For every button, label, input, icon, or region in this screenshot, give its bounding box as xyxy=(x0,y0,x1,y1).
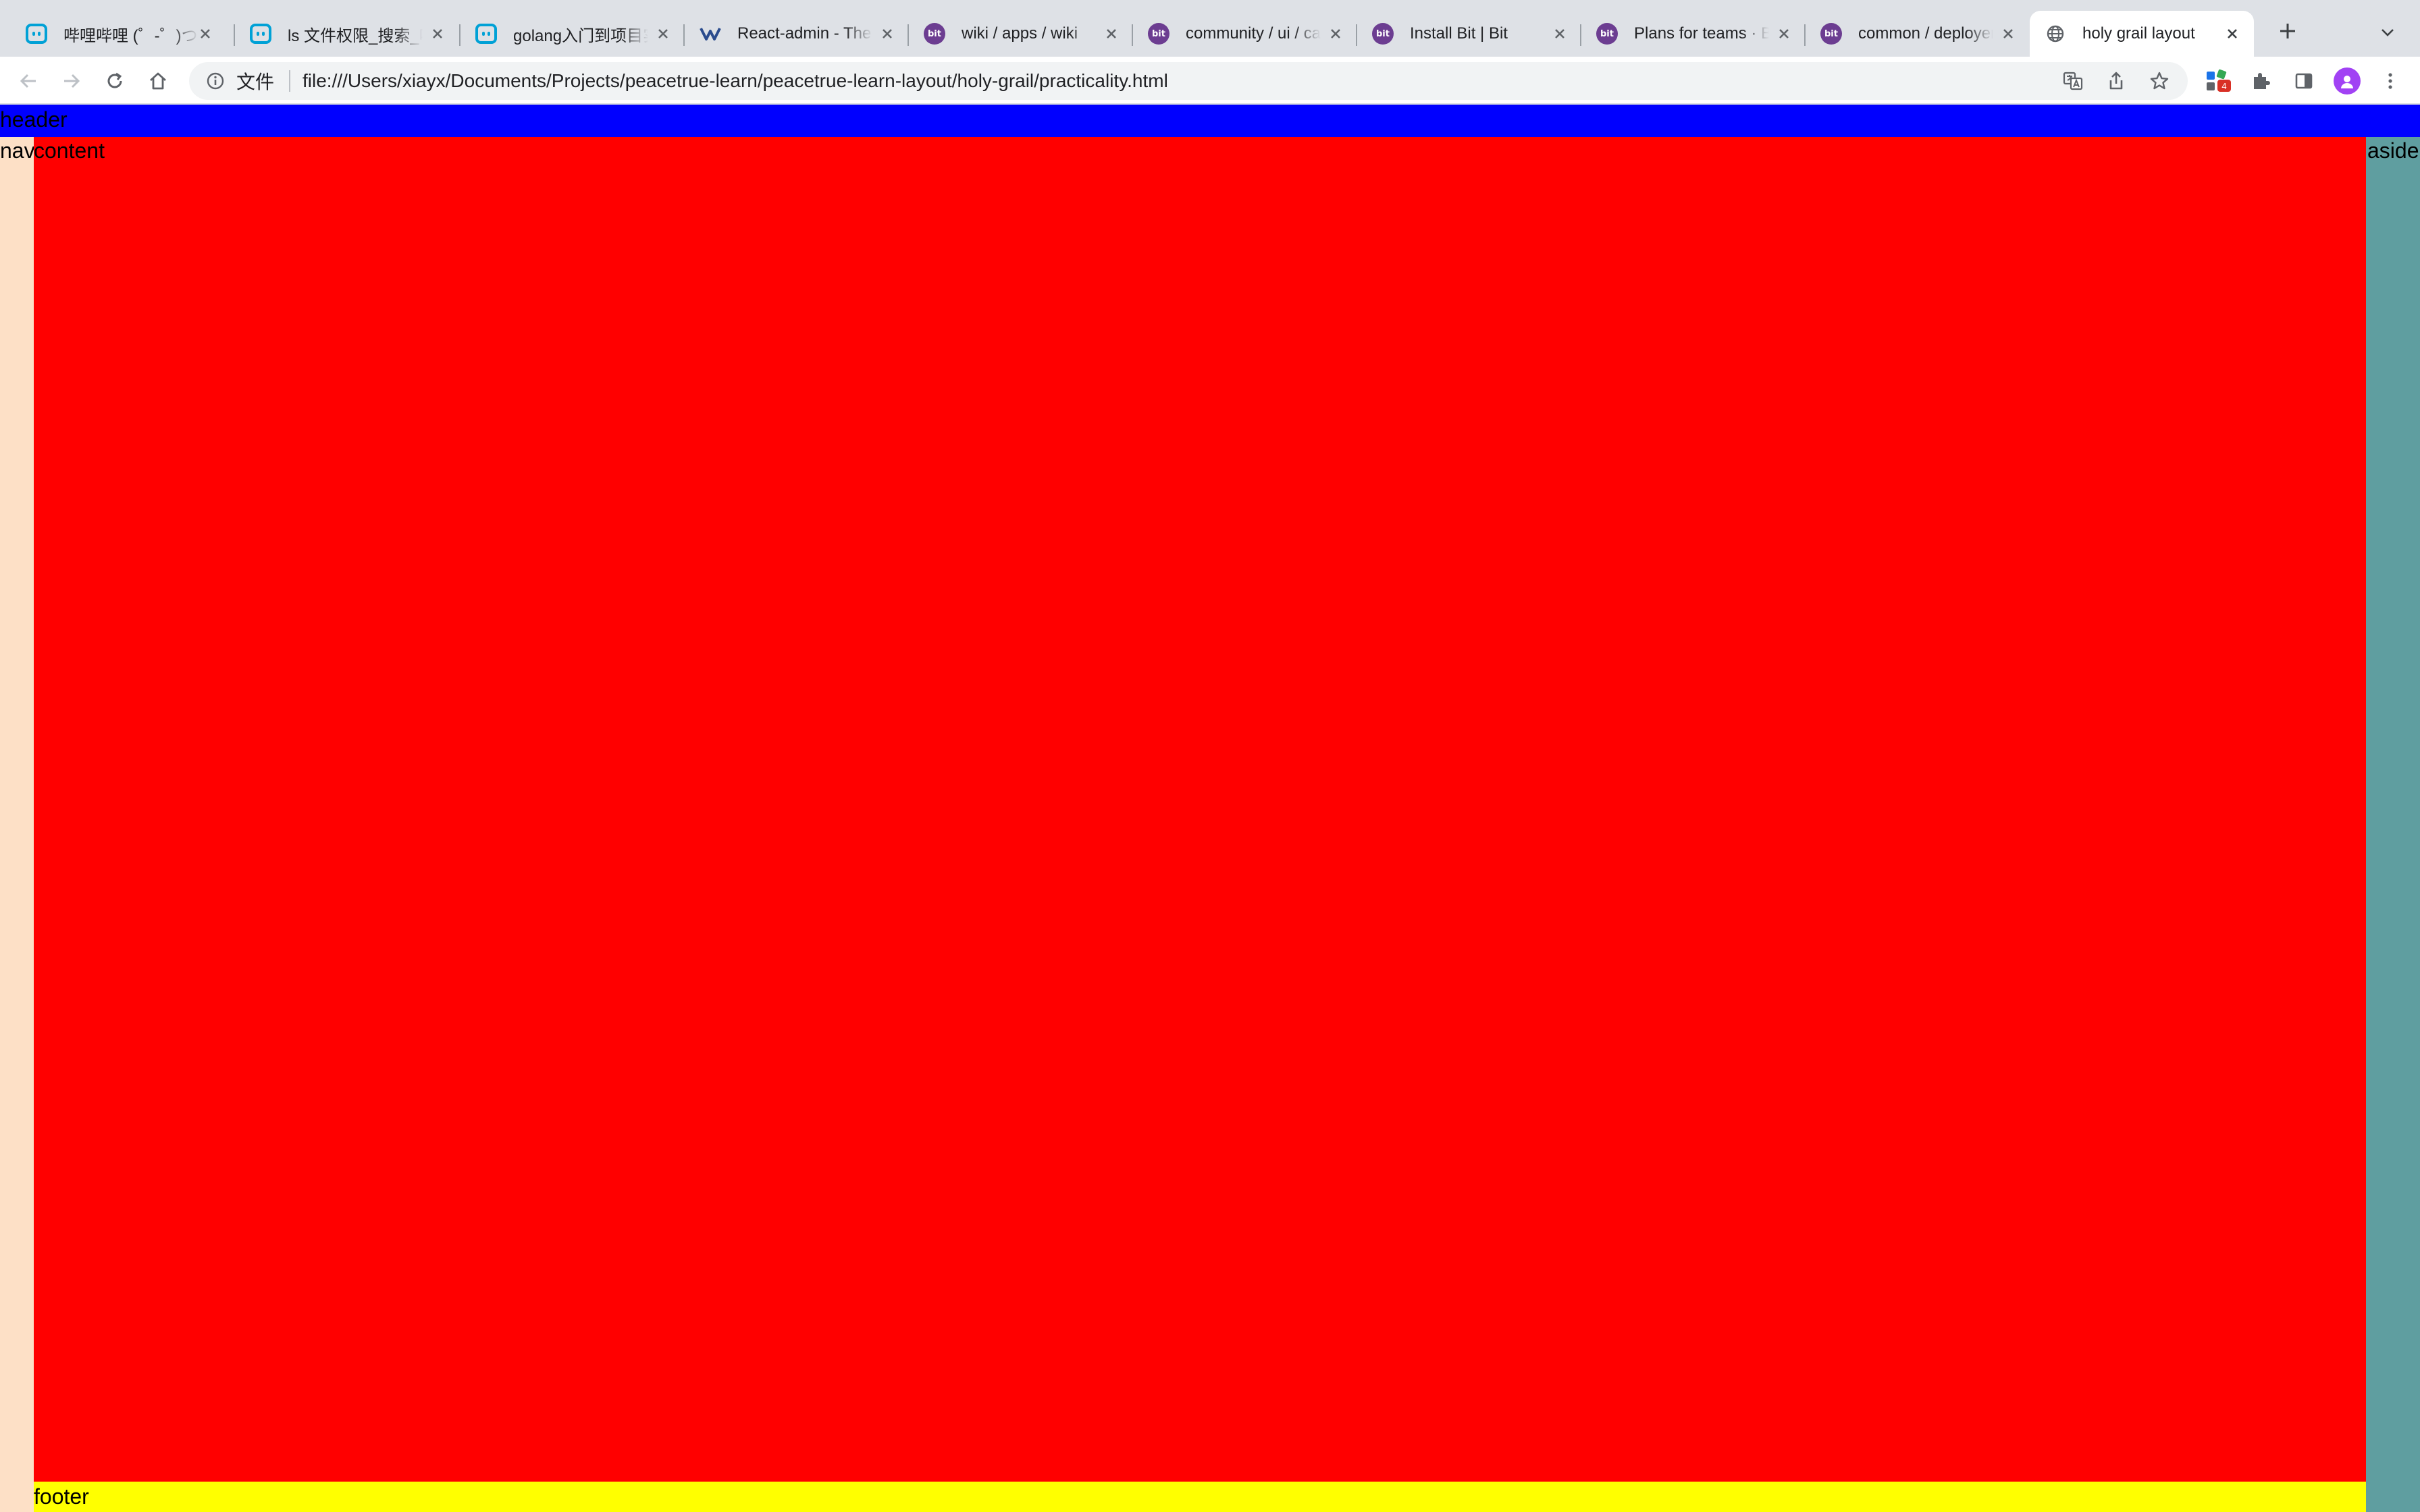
tab-separator xyxy=(234,24,235,46)
puzzle-icon xyxy=(2254,73,2270,89)
footer-region: footer xyxy=(34,1482,2366,1512)
tab-separator xyxy=(683,24,685,46)
content-region: content xyxy=(34,137,2366,1482)
aside-label: aside xyxy=(2367,138,2419,163)
extensions-button[interactable] xyxy=(2246,66,2276,96)
back-button[interactable] xyxy=(14,66,43,96)
extension-grid-icon: 4 xyxy=(2205,69,2231,93)
tab-bit-plans[interactable]: bit Plans for teams · Bit xyxy=(1580,11,1806,57)
header-label: header xyxy=(0,107,68,132)
tab-search-button[interactable] xyxy=(2375,20,2400,45)
share-icon[interactable] xyxy=(2101,66,2131,96)
tab-title: ls 文件权限_搜索_哔哩哔哩 xyxy=(288,26,423,45)
home-icon xyxy=(150,72,166,90)
tab-title: Install Bit | Bit xyxy=(1410,24,1508,43)
bilibili-icon xyxy=(26,23,47,45)
tab-bit-community-card[interactable]: bit community / ui / card xyxy=(1132,11,1357,57)
bit-icon: bit xyxy=(1596,23,1618,45)
content-label: content xyxy=(34,138,105,163)
bookmark-star-icon[interactable] xyxy=(2145,66,2174,96)
address-bar[interactable]: 文件 file:///Users/xiayx/Documents/Project… xyxy=(189,62,2188,100)
browser-toolbar: 文件 file:///Users/xiayx/Documents/Project… xyxy=(0,57,2420,105)
close-icon[interactable] xyxy=(1774,24,1793,43)
tab-title: React-admin - The Open xyxy=(737,24,872,43)
tab-react-admin[interactable]: React-admin - The Open xyxy=(683,11,909,57)
tab-title: community / ui / card xyxy=(1186,24,1321,43)
arrow-right-icon xyxy=(64,74,80,88)
tab-bit-wiki[interactable]: bit wiki / apps / wiki xyxy=(908,11,1133,57)
url-text[interactable]: file:///Users/xiayx/Documents/Projects/p… xyxy=(302,70,1168,92)
avatar xyxy=(2334,68,2361,94)
globe-icon xyxy=(2045,23,2066,45)
nav-label: nav xyxy=(0,138,35,163)
extension-badge: 4 xyxy=(2217,80,2231,92)
bit-icon: bit xyxy=(1820,23,1842,45)
browser-chrome: 哔哩哔哩 (゜-゜)つロ ls 文件权限_搜索_哔哩哔哩 golang入门到项目… xyxy=(0,0,2420,105)
tab-title: common / deployers xyxy=(1858,24,1993,43)
side-panel-icon xyxy=(2295,73,2313,89)
close-icon[interactable] xyxy=(654,24,673,43)
tab-strip: 哔哩哔哩 (゜-゜)つロ ls 文件权限_搜索_哔哩哔哩 golang入门到项目… xyxy=(0,0,2420,57)
new-tab-button[interactable] xyxy=(2274,18,2301,45)
aside-region: aside xyxy=(2366,137,2420,1512)
chevron-down-icon xyxy=(2382,29,2394,36)
tab-install-bit[interactable]: bit Install Bit | Bit xyxy=(1356,11,1581,57)
bit-icon: bit xyxy=(1148,23,1169,45)
close-icon[interactable] xyxy=(1326,24,1345,43)
close-icon[interactable] xyxy=(1550,24,1569,43)
bit-icon: bit xyxy=(924,23,945,45)
close-icon[interactable] xyxy=(1999,24,2018,43)
tab-separator xyxy=(459,24,461,46)
info-icon[interactable] xyxy=(204,70,227,92)
bit-icon: bit xyxy=(1372,23,1394,45)
close-icon[interactable] xyxy=(196,24,215,43)
tab-title: golang入门到项目实战 xyxy=(513,26,648,45)
tab-bit-deployers[interactable]: bit common / deployers xyxy=(1804,11,2030,57)
header-region: header xyxy=(0,105,2420,137)
react-admin-icon xyxy=(700,23,721,45)
tab-title: 哔哩哔哩 (゜-゜)つロ xyxy=(63,26,199,45)
footer-label: footer xyxy=(34,1484,89,1509)
tab-separator xyxy=(1356,24,1357,46)
page-viewport: header nav content aside footer xyxy=(0,105,2420,1512)
more-vert-icon xyxy=(2388,73,2392,89)
nav-region: nav xyxy=(0,137,35,1512)
browser-menu-button[interactable] xyxy=(2375,66,2405,96)
bilibili-icon xyxy=(250,23,271,45)
reload-icon xyxy=(107,72,122,88)
arrow-left-icon xyxy=(20,74,36,88)
tab-golang-course[interactable]: golang入门到项目实战 xyxy=(459,11,685,57)
close-icon[interactable] xyxy=(2223,24,2242,43)
tab-separator xyxy=(1580,24,1581,46)
tab-title: Plans for teams · Bit xyxy=(1634,24,1769,43)
profile-button[interactable] xyxy=(2332,66,2362,96)
home-button[interactable] xyxy=(143,66,173,96)
reload-button[interactable] xyxy=(100,66,130,96)
tab-bilibili-search[interactable]: ls 文件权限_搜索_哔哩哔哩 xyxy=(234,11,459,57)
forward-button[interactable] xyxy=(57,66,86,96)
tab-title: wiki / apps / wiki xyxy=(962,24,1078,43)
tab-separator xyxy=(1804,24,1806,46)
divider xyxy=(289,70,291,92)
extension-button[interactable]: 4 xyxy=(2203,66,2232,96)
tab-separator xyxy=(908,24,909,46)
translate-icon[interactable] xyxy=(2058,66,2088,96)
tab-separator xyxy=(1132,24,1133,46)
tab-bilibili-home[interactable]: 哔哩哔哩 (゜-゜)つロ xyxy=(11,11,227,57)
plus-icon xyxy=(2280,24,2295,38)
close-icon[interactable] xyxy=(1102,24,1121,43)
side-panel-button[interactable] xyxy=(2289,66,2319,96)
bilibili-icon xyxy=(475,23,497,45)
tab-holy-grail-layout[interactable]: holy grail layout xyxy=(2030,11,2254,57)
close-icon[interactable] xyxy=(878,24,897,43)
close-icon[interactable] xyxy=(428,24,447,43)
file-scheme-label: 文件 xyxy=(236,72,275,92)
tab-title: holy grail layout xyxy=(2082,24,2195,43)
